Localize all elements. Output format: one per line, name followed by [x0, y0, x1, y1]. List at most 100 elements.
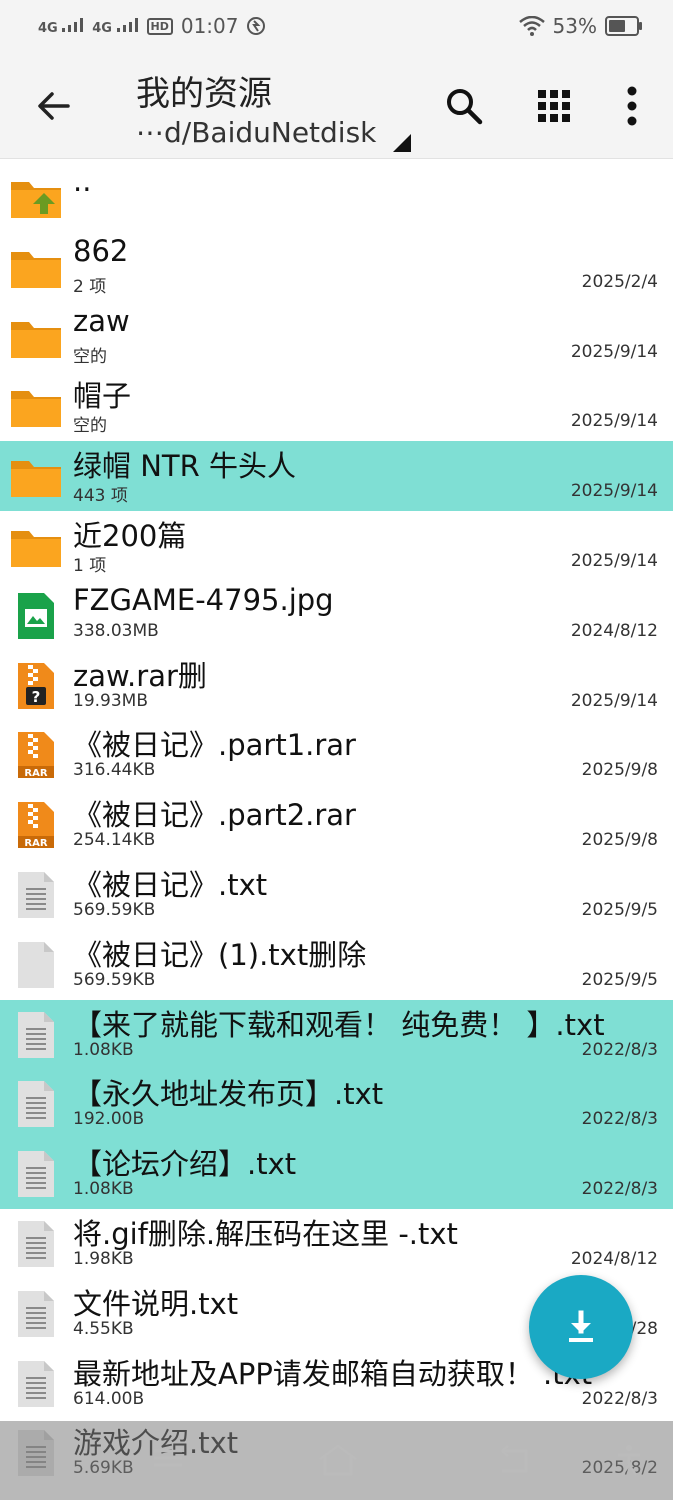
- svg-text:RAR: RAR: [24, 768, 47, 779]
- folder-icon: [10, 312, 62, 364]
- file-name: ..: [73, 164, 92, 198]
- file-date: 2025/9/14: [570, 690, 658, 711]
- svg-text:RAR: RAR: [24, 838, 47, 849]
- file-name: 【永久地址发布页】.txt: [73, 1077, 384, 1112]
- parent-folder-icon: [10, 172, 62, 224]
- file-date: 2024/8/12: [570, 1248, 658, 1269]
- wifi-icon: [518, 16, 545, 36]
- file-date: 2025/9/14: [570, 411, 658, 432]
- file-date: 2025/2/4: [581, 271, 658, 292]
- file-date: /28: [630, 1318, 658, 1339]
- text-file-icon: [10, 1359, 62, 1411]
- file-date: 2022/8/3: [581, 1388, 658, 1409]
- file-name: FZGAME-4795.jpg: [73, 582, 334, 617]
- file-name: 近200篇: [73, 518, 187, 553]
- file-row[interactable]: 近200篇 1 项 2025/9/14: [0, 511, 673, 581]
- signal-4g-icon: 4G: [38, 17, 84, 35]
- file-date: 2022/8/3: [581, 1109, 658, 1130]
- file-date: 2025/9/5: [581, 969, 658, 990]
- file-info: 2 项: [73, 276, 107, 297]
- file-info: 443 项: [73, 486, 128, 507]
- home-icon[interactable]: [316, 1443, 360, 1477]
- status-bar: 4G 4G HD 01:07 53%: [0, 0, 673, 56]
- menu-icon[interactable]: [150, 1443, 186, 1473]
- file-info: 4.55KB: [73, 1318, 134, 1339]
- file-info: 1.08KB: [73, 1039, 134, 1060]
- archive-file-icon: ?: [10, 661, 62, 713]
- grid-view-icon[interactable]: [532, 84, 576, 128]
- file-info: 19.93MB: [73, 690, 148, 711]
- file-info: 614.00B: [73, 1388, 145, 1409]
- navigation-bar: [0, 1421, 673, 1500]
- folder-icon: [10, 242, 62, 294]
- file-name: 《被日记》.part2.rar: [73, 798, 356, 833]
- file-row[interactable]: 《被日记》(1).txt删除 569.59KB 2025/9/5: [0, 930, 673, 1000]
- file-row[interactable]: ? zaw.rar删 19.93MB 2025/9/14: [0, 651, 673, 721]
- file-info: 空的: [73, 346, 107, 367]
- rar-file-icon: RAR: [10, 800, 62, 852]
- file-row[interactable]: zaw 空的 2025/9/14: [0, 302, 673, 372]
- download-button[interactable]: [529, 1275, 633, 1379]
- folder-icon: [10, 451, 62, 503]
- file-date: 2022/8/3: [581, 1179, 658, 1200]
- back-icon[interactable]: [496, 1443, 532, 1477]
- file-info: 569.59KB: [73, 899, 156, 920]
- file-row[interactable]: FZGAME-4795.jpg 338.03MB 2024/8/12: [0, 581, 673, 651]
- file-row[interactable]: 帽子 空的 2025/9/14: [0, 371, 673, 441]
- file-row[interactable]: 【论坛介绍】.txt 1.08KB 2022/8/3: [0, 1139, 673, 1209]
- file-date: 2025/9/14: [570, 341, 658, 362]
- file-name: 【论坛介绍】.txt: [73, 1147, 297, 1182]
- file-row[interactable]: RAR 《被日记》.part2.rar 254.14KB 2025/9/8: [0, 790, 673, 860]
- file-name: 《被日记》(1).txt删除: [73, 937, 367, 972]
- file-info: 空的: [73, 416, 107, 437]
- file-row[interactable]: RAR 《被日记》.part1.rar 316.44KB 2025/9/8: [0, 720, 673, 790]
- file-row[interactable]: 【永久地址发布页】.txt 192.00B 2022/8/3: [0, 1069, 673, 1140]
- toolbar: 我的资源 ⋯d/BaiduNetdisk: [0, 56, 673, 159]
- text-file-icon: [10, 1289, 62, 1341]
- page-title: 我的资源: [136, 74, 272, 114]
- file-name: 最新地址及APP请发邮箱自动获取！ .txt: [73, 1356, 593, 1391]
- back-arrow-icon[interactable]: [30, 82, 78, 130]
- file-date: 2024/8/12: [570, 620, 658, 641]
- file-info: 1 项: [73, 555, 107, 576]
- file-icon: [10, 940, 62, 992]
- file-info: 1.08KB: [73, 1179, 134, 1200]
- file-row[interactable]: 将.gif删除.解压码在这里 -.txt 1.98KB 2024/8/12: [0, 1209, 673, 1279]
- file-row[interactable]: ..: [0, 162, 673, 232]
- file-date: 2025/9/5: [581, 899, 658, 920]
- text-file-icon: [10, 1079, 62, 1131]
- signal-4g-icon: 4G: [92, 17, 138, 35]
- battery-percent: 53%: [552, 14, 597, 38]
- file-name: 绿帽 NTR 牛头人: [73, 449, 296, 484]
- file-row[interactable]: 【来了就能下载和观看！ 纯免费！ 】.txt 1.08KB 2022/8/3: [0, 999, 673, 1070]
- file-info: 192.00B: [73, 1109, 145, 1130]
- svg-text:?: ?: [32, 688, 41, 706]
- text-file-icon: [10, 870, 62, 922]
- accessibility-icon[interactable]: [614, 1443, 644, 1477]
- file-row[interactable]: 《被日记》.txt 569.59KB 2025/9/5: [0, 860, 673, 930]
- more-vertical-icon[interactable]: [610, 84, 654, 128]
- folder-icon: [10, 521, 62, 573]
- file-date: 2025/9/14: [570, 481, 658, 502]
- hd-voice-icon: HD: [146, 17, 173, 35]
- file-row[interactable]: 862 2 项 2025/2/4: [0, 232, 673, 302]
- file-row[interactable]: 绿帽 NTR 牛头人 443 项 2025/9/14: [0, 441, 673, 511]
- file-date: 2025/9/8: [581, 760, 658, 781]
- text-file-icon: [10, 1149, 62, 1201]
- rar-file-icon: RAR: [10, 730, 62, 782]
- path-dropdown-icon[interactable]: [393, 134, 411, 152]
- notification-icon: [247, 17, 266, 35]
- search-icon[interactable]: [442, 84, 486, 128]
- text-file-icon: [10, 1219, 62, 1271]
- file-name: 862: [73, 233, 129, 268]
- text-file-icon: [10, 1010, 62, 1062]
- file-info: 254.14KB: [73, 830, 156, 851]
- battery-icon: [605, 16, 642, 36]
- file-name: 文件说明.txt: [73, 1286, 239, 1321]
- file-date: 2022/8/3: [581, 1039, 658, 1060]
- file-name: zaw: [73, 303, 130, 338]
- clock: 01:07: [180, 14, 239, 38]
- file-name: 《被日记》.txt: [73, 867, 268, 902]
- folder-icon: [10, 381, 62, 433]
- current-path[interactable]: ⋯d/BaiduNetdisk: [136, 116, 376, 149]
